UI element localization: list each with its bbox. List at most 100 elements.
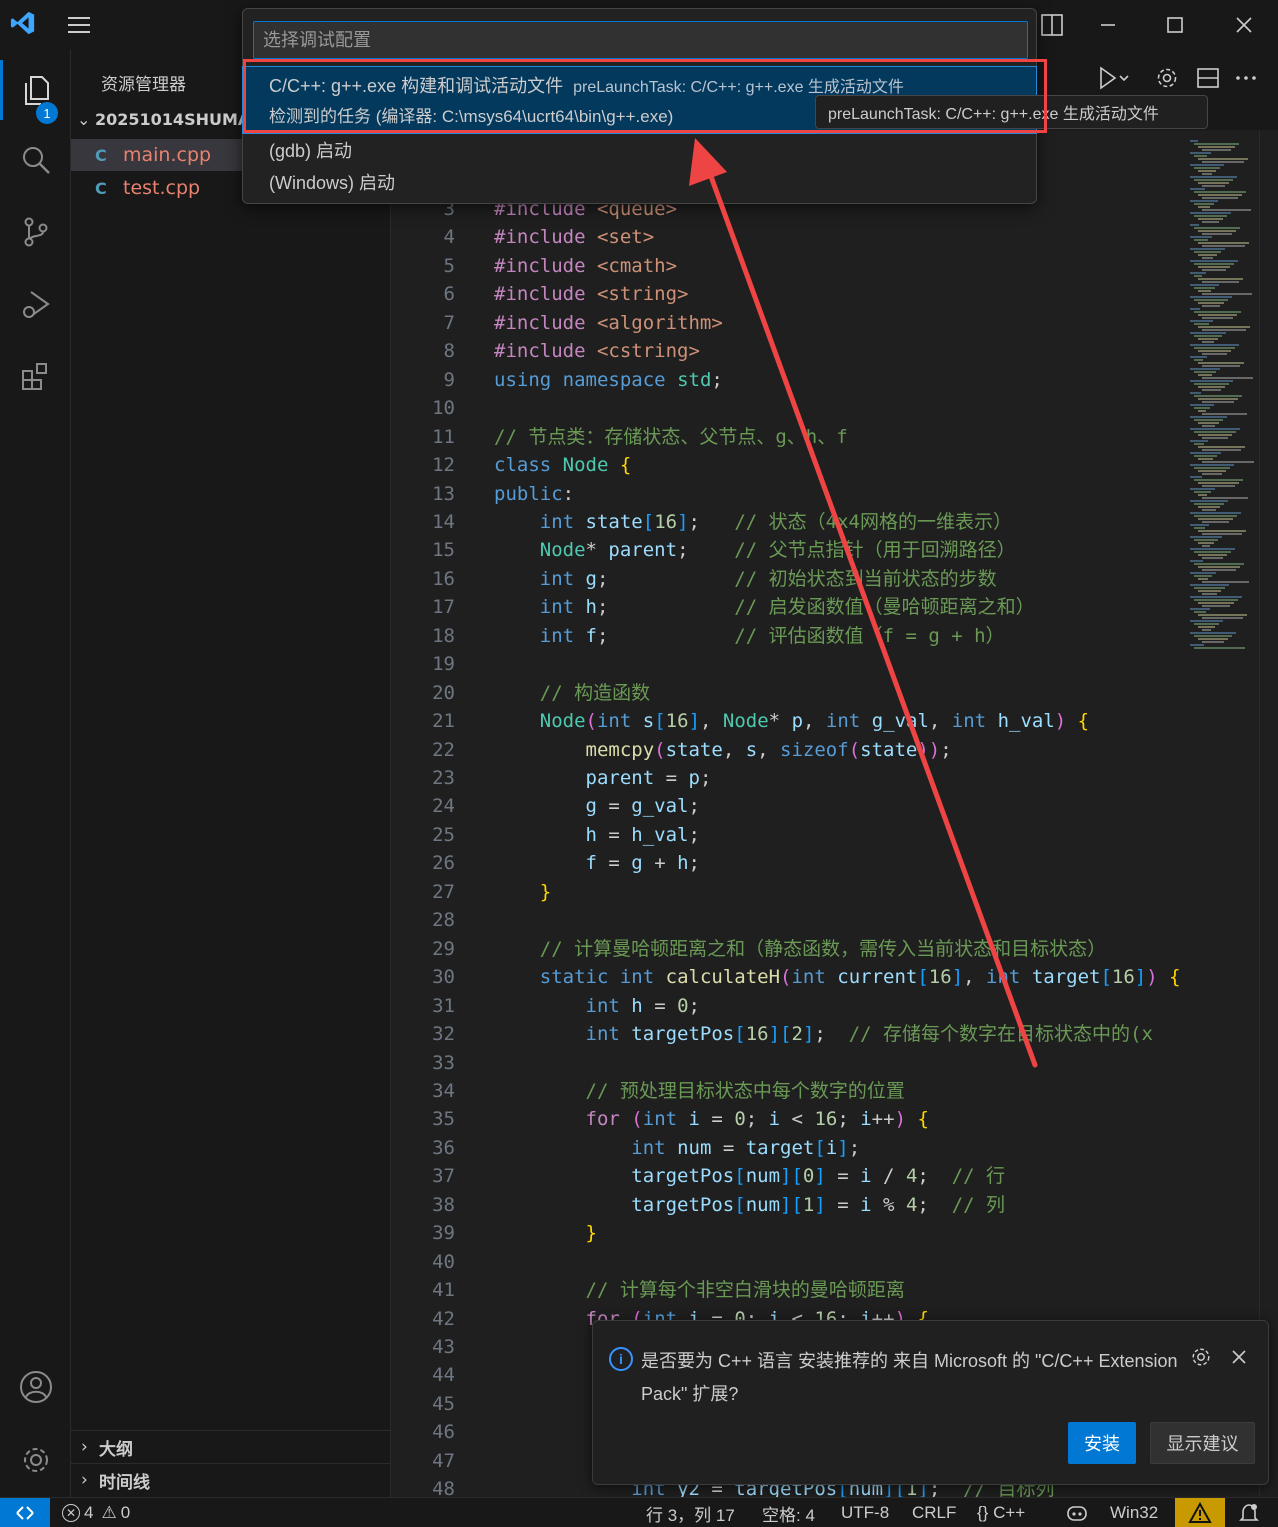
code-line[interactable]: 6 #include <string> (391, 280, 1181, 308)
maximize-icon[interactable] (1162, 12, 1188, 38)
code-line[interactable]: 22 memcpy(state, s, sizeof(state)); (391, 736, 1181, 764)
line-number: 24 (432, 795, 455, 818)
code-line[interactable]: 30 static int calculateH(int current[16]… (391, 963, 1181, 991)
accounts-icon[interactable] (0, 1357, 71, 1417)
code-line[interactable]: 9 using namespace std; (391, 366, 1181, 394)
settings-gear-icon[interactable] (0, 1430, 71, 1490)
close-window-icon[interactable] (1231, 12, 1257, 38)
code-line[interactable]: 8 #include <cstring> (391, 337, 1181, 365)
split-editor-icon[interactable] (1196, 66, 1220, 94)
code-line[interactable]: 13 public: (391, 480, 1181, 508)
notification-settings-icon[interactable] (1189, 1345, 1213, 1369)
extensions-icon[interactable] (0, 346, 71, 406)
code-line[interactable]: 14 int state[16]; // 状态（4x4网格的一维表示） (391, 508, 1181, 536)
minimap-line (1194, 263, 1234, 265)
minimap-line (1202, 485, 1235, 487)
minimap-line (1190, 428, 1240, 430)
indentation[interactable]: 空格: 4 (762, 1498, 815, 1527)
code-line[interactable]: 40 (391, 1248, 1181, 1276)
code-line[interactable]: 20 // 构造函数 (391, 679, 1181, 707)
code-line[interactable]: 12 class Node { (391, 451, 1181, 479)
vertical-scrollbar[interactable] (1259, 130, 1273, 1497)
language-mode[interactable]: {} C++ (977, 1498, 1025, 1527)
line-number: 13 (432, 482, 455, 505)
code-line[interactable]: 29 // 计算曼哈顿距离之和（静态函数，需传入当前状态和目标状态） (391, 935, 1181, 963)
code-line[interactable]: 5 #include <cmath> (391, 252, 1181, 280)
minimap-line (1190, 188, 1205, 190)
code-line[interactable]: 35 for (int i = 0; i < 16; i++) { (391, 1105, 1181, 1133)
line-number: 8 (443, 340, 455, 363)
line-ending[interactable]: CRLF (912, 1498, 956, 1527)
quickpick-item-gdb-launch[interactable]: (gdb) 启动 (243, 135, 1036, 167)
code-line[interactable]: 36 int num = target[i]; (391, 1134, 1181, 1162)
run-debug-dropdown-icon[interactable] (1093, 64, 1129, 96)
code-line[interactable]: 37 targetPos[num][0] = i / 4; // 行 (391, 1162, 1181, 1190)
code-line[interactable]: 25 h = h_val; (391, 821, 1181, 849)
close-icon[interactable] (1227, 1345, 1251, 1369)
code-line[interactable]: 19 (391, 650, 1181, 678)
minimap-line (1198, 506, 1220, 508)
search-icon[interactable] (0, 130, 71, 190)
code-line[interactable]: 41 // 计算每个非空白滑块的曼哈顿距离 (391, 1276, 1181, 1304)
quickpick-input[interactable] (253, 21, 1028, 59)
code-line[interactable]: 4 #include <set> (391, 223, 1181, 251)
code-line[interactable]: 7 #include <algorithm> (391, 309, 1181, 337)
code-line[interactable]: 21 Node(int s[16], Node* p, int g_val, i… (391, 707, 1181, 735)
warning-status-icon[interactable] (1175, 1498, 1225, 1527)
line-content: int f; // 评估函数值（f = g + h） (539, 624, 1005, 647)
folder-name: 20251014SHUMA (95, 110, 251, 129)
timeline-section[interactable]: › 时间线 (71, 1463, 391, 1496)
minimize-icon[interactable] (1095, 12, 1121, 38)
show-recommendations-button[interactable]: 显示建议 (1150, 1422, 1255, 1464)
minimap-line (1190, 368, 1220, 370)
code-line[interactable]: 10 (391, 394, 1181, 422)
explorer-icon[interactable]: 1 (0, 60, 71, 124)
code-line[interactable]: 16 int g; // 初始状态到当前状态的步数 (391, 565, 1181, 593)
code-line[interactable]: 34 // 预处理目标状态中每个数字的位置 (391, 1077, 1181, 1105)
code-line[interactable]: 24 g = g_val; (391, 792, 1181, 820)
code-line[interactable]: 15 Node* parent; // 父节点指针（用于回溯路径） (391, 536, 1181, 564)
remote-indicator-icon[interactable] (0, 1498, 50, 1527)
line-content: targetPos[num][0] = i / 4; // 行 (631, 1165, 1006, 1188)
code-line[interactable]: 32 int targetPos[16][2]; // 存储每个数字在目标状态中… (391, 1020, 1181, 1048)
source-control-icon[interactable] (0, 202, 71, 262)
minimap-line (1190, 572, 1216, 574)
platform[interactable]: Win32 (1110, 1498, 1158, 1527)
minimap-line (1190, 620, 1223, 622)
minimap-line (1190, 452, 1221, 454)
minimap-line (1198, 602, 1234, 604)
line-number: 4 (443, 226, 455, 249)
encoding[interactable]: UTF-8 (841, 1498, 889, 1527)
problems-indicator[interactable]: ✕ 4 ⚠ 0 (62, 1498, 130, 1527)
code-line[interactable]: 33 (391, 1049, 1181, 1077)
quickpick-item-windows-launch[interactable]: (Windows) 启动 (243, 167, 1036, 199)
minimap-line (1198, 386, 1225, 388)
folder-header[interactable]: ⌄ 20251014SHUMA (77, 110, 250, 129)
code-line[interactable]: 27 } (391, 878, 1181, 906)
minimap[interactable] (1186, 130, 1266, 1497)
outline-section[interactable]: › 大纲 (71, 1430, 391, 1463)
code-line[interactable]: 17 int h; // 启发函数值（曼哈顿距离之和） (391, 593, 1181, 621)
minimap-line (1190, 308, 1200, 310)
code-line[interactable]: 39 } (391, 1219, 1181, 1247)
notifications-bell-icon[interactable] (1238, 1498, 1260, 1527)
minimap-line (1194, 395, 1242, 397)
minimap-line (1198, 434, 1232, 436)
menu-icon[interactable] (66, 12, 92, 38)
line-number: 27 (432, 880, 455, 903)
code-line[interactable]: 38 targetPos[num][1] = i % 4; // 列 (391, 1191, 1181, 1219)
minimap-line (1202, 149, 1231, 151)
code-line[interactable]: 26 f = g + h; (391, 849, 1181, 877)
more-actions-icon[interactable] (1234, 66, 1258, 94)
toggle-panel-icon[interactable] (1039, 12, 1065, 38)
code-line[interactable]: 31 int h = 0; (391, 992, 1181, 1020)
code-line[interactable]: 18 int f; // 评估函数值（f = g + h） (391, 622, 1181, 650)
code-line[interactable]: 28 (391, 906, 1181, 934)
cursor-position[interactable]: 行 3，列 17 (646, 1498, 735, 1527)
code-line[interactable]: 11 // 节点类：存储状态、父节点、g、h、f (391, 423, 1181, 451)
code-line[interactable]: 23 parent = p; (391, 764, 1181, 792)
install-button[interactable]: 安装 (1068, 1422, 1136, 1464)
copilot-icon[interactable] (1066, 1498, 1088, 1527)
settings-icon[interactable] (1155, 66, 1179, 94)
run-debug-icon[interactable] (0, 274, 71, 334)
